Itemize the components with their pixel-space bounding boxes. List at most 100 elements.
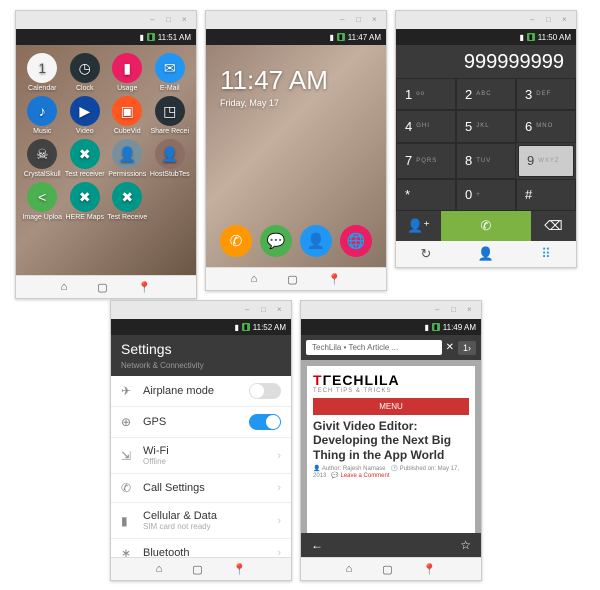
tab-recents[interactable]: ↻	[396, 241, 456, 267]
pin-icon[interactable]: 📍	[423, 563, 437, 576]
home-icon[interactable]: ⌂	[61, 281, 68, 293]
key-1[interactable]: 1ᴏᴏ	[396, 78, 456, 110]
battery-icon: ▮	[432, 323, 440, 331]
navbar: ⌂ ▢ 📍	[111, 557, 291, 580]
close-icon[interactable]: ×	[372, 15, 382, 25]
app-image[interactable]: <Image Uploa	[22, 182, 63, 221]
setting-gps[interactable]: ⊕GPS	[111, 407, 291, 438]
signal-icon: ▮	[235, 323, 239, 332]
min-icon[interactable]: –	[245, 305, 255, 315]
min-icon[interactable]: –	[150, 15, 160, 25]
app-crystalskull[interactable]: ☠CrystalSkull	[22, 139, 63, 178]
menu-button[interactable]: MENU	[313, 398, 469, 415]
app-clock[interactable]: ◷Clock	[65, 53, 106, 92]
setting-bluetooth[interactable]: ∗Bluetooth›	[111, 539, 291, 557]
app-e-mail[interactable]: ✉E-Mail	[150, 53, 191, 92]
app-icon[interactable]: ▢	[287, 273, 297, 286]
dock-icon[interactable]: ✆	[220, 225, 252, 257]
key-7[interactable]: 7PQRS	[396, 143, 456, 179]
max-icon[interactable]: □	[356, 15, 366, 25]
app-music[interactable]: ♪Music	[22, 96, 63, 135]
tab-contacts[interactable]: 👤	[456, 241, 516, 267]
status-time: 11:52 AM	[253, 323, 286, 332]
key-8[interactable]: 8TUV	[456, 143, 516, 179]
statusbar: ▮▮11:52 AM	[111, 319, 291, 335]
app-cubevid[interactable]: ▣CubeVid	[107, 96, 148, 135]
min-icon[interactable]: –	[530, 15, 540, 25]
key-*[interactable]: *	[396, 179, 456, 211]
key-4[interactable]: 4GHI	[396, 110, 456, 142]
clock-date: Friday, May 17	[220, 98, 386, 108]
app-icon[interactable]: ▢	[97, 281, 107, 294]
call-button[interactable]: ✆	[441, 211, 531, 241]
key-3[interactable]: 3DEF	[516, 78, 576, 110]
backspace-button[interactable]: ⌫	[531, 211, 576, 241]
max-icon[interactable]: □	[261, 305, 271, 315]
setting-wi-fi[interactable]: ⇲Wi-FiOffline›	[111, 438, 291, 474]
home-icon[interactable]: ⌂	[251, 273, 258, 285]
max-icon[interactable]: □	[166, 15, 176, 25]
key-#[interactable]: #	[516, 179, 576, 211]
window-appgrid: –□× ▮▮11:51 AM 1Calendar◷Clock▮Usage✉E-M…	[15, 10, 197, 299]
app-permissions[interactable]: 👤Permissions	[107, 139, 148, 178]
max-icon[interactable]: □	[451, 305, 461, 315]
pin-icon[interactable]: 📍	[138, 281, 152, 294]
tab-keypad[interactable]: ⠿	[516, 241, 576, 267]
battery-icon: ▮	[527, 33, 535, 41]
key-6[interactable]: 6MNO	[516, 110, 576, 142]
signal-icon: ▮	[520, 33, 524, 42]
app-here[interactable]: ✖HERE Maps	[65, 182, 106, 221]
toggle[interactable]	[249, 383, 281, 399]
close-icon[interactable]: ×	[182, 15, 192, 25]
pin-icon[interactable]: 📍	[233, 563, 247, 576]
close-icon[interactable]: ×	[562, 15, 572, 25]
key-0[interactable]: 0+	[456, 179, 516, 211]
setting-airplane-mode[interactable]: ✈Airplane mode	[111, 376, 291, 407]
pin-icon[interactable]: 📍	[328, 273, 342, 286]
add-contact-button[interactable]: 👤⁺	[396, 211, 441, 241]
app-icon[interactable]: ▢	[382, 563, 392, 576]
app-test[interactable]: ✖Test receiver	[65, 139, 106, 178]
close-icon[interactable]: ×	[467, 305, 477, 315]
key-2[interactable]: 2ABC	[456, 78, 516, 110]
clock-time: 11:47 AM	[220, 65, 386, 96]
home-icon[interactable]: ⌂	[156, 563, 163, 575]
app-icon[interactable]: ▢	[192, 563, 202, 576]
dock-icon[interactable]: 🌐	[340, 225, 372, 257]
stop-icon[interactable]: ✕	[446, 342, 454, 353]
app-video[interactable]: ▶Video	[65, 96, 106, 135]
key-5[interactable]: 5JKL	[456, 110, 516, 142]
status-time: 11:47 AM	[348, 33, 381, 42]
setting-call-settings[interactable]: ✆Call Settings›	[111, 474, 291, 503]
signal-icon: ▮	[330, 33, 334, 42]
key-9[interactable]: 9WXYZ	[518, 145, 574, 177]
home-icon[interactable]: ⌂	[346, 563, 353, 575]
max-icon[interactable]: □	[546, 15, 556, 25]
dock-icon[interactable]: 👤	[300, 225, 332, 257]
tab-count[interactable]: 1›	[458, 341, 476, 355]
article-title[interactable]: Givit Video Editor: Developing the Next …	[313, 419, 469, 462]
site-tagline: TECH TIPS & TRICKS	[313, 388, 469, 394]
url-input[interactable]: TechLila • Tech Article ...	[306, 340, 442, 355]
navbar: ⌂ ▢ 📍	[16, 275, 196, 298]
bookmark-icon[interactable]: ☆	[460, 538, 471, 552]
min-icon[interactable]: –	[435, 305, 445, 315]
min-icon[interactable]: –	[340, 15, 350, 25]
statusbar: ▮▮11:47 AM	[206, 29, 386, 45]
app-hoststubtes[interactable]: 👤HostStubTes	[150, 139, 191, 178]
app-test[interactable]: ✖Test Receive	[107, 182, 148, 221]
dock-icon[interactable]: 💬	[260, 225, 292, 257]
back-icon[interactable]: ←	[311, 538, 323, 552]
app-share[interactable]: ◳Share Recei	[150, 96, 191, 135]
toggle[interactable]	[249, 414, 281, 430]
status-time: 11:50 AM	[538, 33, 571, 42]
window-browser: –□× ▮▮11:49 AM TechLila • Tech Article .…	[300, 300, 482, 581]
statusbar: ▮▮11:50 AM	[396, 29, 576, 45]
titlebar: –□ ×	[396, 11, 576, 29]
titlebar: –□ ×	[301, 301, 481, 319]
app-usage[interactable]: ▮Usage	[107, 53, 148, 92]
app-calendar[interactable]: 1Calendar	[22, 53, 63, 92]
close-icon[interactable]: ×	[277, 305, 287, 315]
battery-icon: ▮	[242, 323, 250, 331]
setting-cellular-data[interactable]: ▮Cellular & DataSIM card not ready›	[111, 503, 291, 539]
